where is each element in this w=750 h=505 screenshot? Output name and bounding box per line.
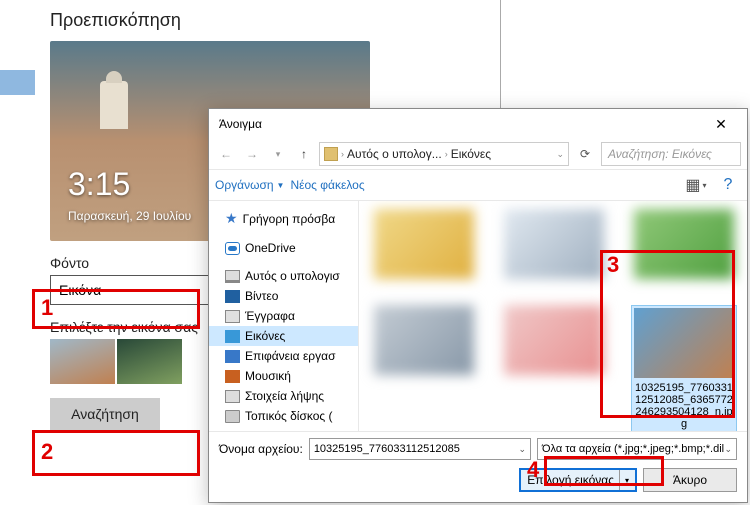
new-folder-button[interactable]: Νέος φάκελος <box>290 178 364 192</box>
recent-image-thumb[interactable] <box>117 339 182 384</box>
filename-label: Όνομα αρχείου: <box>219 442 303 456</box>
dialog-body: ★Γρήγορη πρόσβα OneDrive Αυτός ο υπολογι… <box>209 201 747 431</box>
search-input[interactable]: Αναζήτηση: Εικόνες <box>601 142 741 166</box>
file-name-label: 10325195_776033112512085_636577224629350… <box>634 382 734 430</box>
file-thumbnail <box>504 305 604 375</box>
dialog-titlebar: Άνοιγμα ✕ <box>209 109 747 139</box>
browse-button[interactable]: Αναζήτηση <box>50 398 160 430</box>
nav-back-icon[interactable]: ← <box>215 143 237 165</box>
pc-icon <box>225 270 240 283</box>
filename-value: 10325195_776033112512085 <box>314 443 460 455</box>
cancel-button[interactable]: Άκυρο <box>643 468 737 492</box>
breadcrumb-pc[interactable]: Αυτός ο υπολογ... <box>347 147 442 161</box>
organize-menu[interactable]: Οργάνωση▼ <box>215 178 284 192</box>
breadcrumb-folder[interactable]: Εικόνες <box>451 147 491 161</box>
refresh-icon[interactable]: ⟳ <box>573 142 597 166</box>
chevron-down-icon[interactable]: ⌄ <box>556 149 564 160</box>
video-folder-icon <box>225 290 240 303</box>
file-item-selected[interactable]: 10325195_776033112512085_636577224629350… <box>631 303 737 431</box>
filetype-filter[interactable]: Όλα τα αρχεία (*.jpg;*.jpeg;*.bmp;*.dil … <box>537 438 737 460</box>
file-thumbnail <box>504 209 604 279</box>
file-item[interactable] <box>371 207 477 285</box>
tree-onedrive[interactable]: OneDrive <box>209 238 358 258</box>
tree-documents[interactable]: Έγγραφα <box>209 306 358 326</box>
nav-up-icon[interactable]: ↑ <box>293 143 315 165</box>
tree-downloads[interactable]: Στοιχεία λήψης <box>209 386 358 406</box>
star-icon: ★ <box>225 210 238 227</box>
nav-recent-icon[interactable]: ▾ <box>267 143 289 165</box>
tree-quick-access[interactable]: ★Γρήγορη πρόσβα <box>209 207 358 230</box>
file-item[interactable] <box>501 207 607 285</box>
filename-input[interactable]: 10325195_776033112512085 ⌄ <box>309 438 531 460</box>
tree-videos[interactable]: Βίντεο <box>209 286 358 306</box>
open-button[interactable]: Επιλογή εικόνας ▾ <box>519 468 637 492</box>
desktop-folder-icon <box>225 350 240 363</box>
music-folder-icon <box>225 370 240 383</box>
close-button[interactable]: ✕ <box>701 112 741 136</box>
nav-forward-icon[interactable]: → <box>241 143 263 165</box>
filter-value: Όλα τα αρχεία (*.jpg;*.jpeg;*.bmp;*.dil <box>542 443 724 455</box>
file-list: 10325195_776033112512085_636577224629350… <box>359 201 747 431</box>
chevron-down-icon: ▼ <box>277 181 285 190</box>
documents-folder-icon <box>225 310 240 323</box>
file-thumbnail <box>374 305 474 375</box>
images-folder-icon <box>225 330 240 343</box>
tree-this-pc[interactable]: Αυτός ο υπολογισ <box>209 266 358 286</box>
help-icon[interactable]: ? <box>715 174 741 196</box>
tree-images[interactable]: Εικόνες <box>209 326 358 346</box>
chevron-down-icon: ⌄ <box>724 444 732 455</box>
dialog-footer: Όνομα αρχείου: 10325195_776033112512085 … <box>209 431 747 502</box>
file-item[interactable] <box>631 207 737 285</box>
folder-tree: ★Γρήγορη πρόσβα OneDrive Αυτός ο υπολογι… <box>209 201 359 431</box>
chevron-down-icon: ⌄ <box>518 444 526 455</box>
dialog-navbar: ← → ▾ ↑ › Αυτός ο υπολογ... › Εικόνες ⌄ … <box>209 139 747 169</box>
disk-icon <box>225 410 240 423</box>
dialog-toolbar: Οργάνωση▼ Νέος φάκελος ▦▾ ? <box>209 169 747 201</box>
file-item[interactable] <box>501 303 607 431</box>
tree-local-disk[interactable]: Τοπικός δίσκος ( <box>209 406 358 426</box>
preview-date: Παρασκευή, 29 Ιουλίου <box>68 209 191 223</box>
file-thumbnail <box>374 209 474 279</box>
view-options-icon[interactable]: ▦▾ <box>683 174 709 196</box>
chevron-right-icon: › <box>341 149 344 159</box>
tree-desktop[interactable]: Επιφάνεια εργασ <box>209 346 358 366</box>
preview-heading: Προεπισκόπηση <box>50 10 750 31</box>
file-thumbnail <box>634 308 734 378</box>
onedrive-icon <box>225 242 240 255</box>
split-button-arrow-icon[interactable]: ▾ <box>619 470 629 490</box>
breadcrumb[interactable]: › Αυτός ο υπολογ... › Εικόνες ⌄ <box>319 142 569 166</box>
dialog-title: Άνοιγμα <box>219 117 262 131</box>
chevron-right-icon: › <box>445 149 448 159</box>
tree-music[interactable]: Μουσική <box>209 366 358 386</box>
divider <box>500 0 501 108</box>
preview-artwork <box>100 81 128 129</box>
file-open-dialog: Άνοιγμα ✕ ← → ▾ ↑ › Αυτός ο υπολογ... › … <box>208 108 748 503</box>
sidebar-highlight <box>0 70 35 95</box>
file-thumbnail <box>634 209 734 279</box>
chevron-down-icon: ▾ <box>701 181 707 190</box>
downloads-folder-icon <box>225 390 240 403</box>
search-placeholder: Αναζήτηση: Εικόνες <box>608 147 712 161</box>
recent-image-thumb[interactable] <box>50 339 115 384</box>
preview-clock: 3:15 <box>68 166 130 203</box>
file-item[interactable] <box>371 303 477 431</box>
background-value: Εικόνα <box>59 282 101 298</box>
folder-icon <box>324 147 338 161</box>
